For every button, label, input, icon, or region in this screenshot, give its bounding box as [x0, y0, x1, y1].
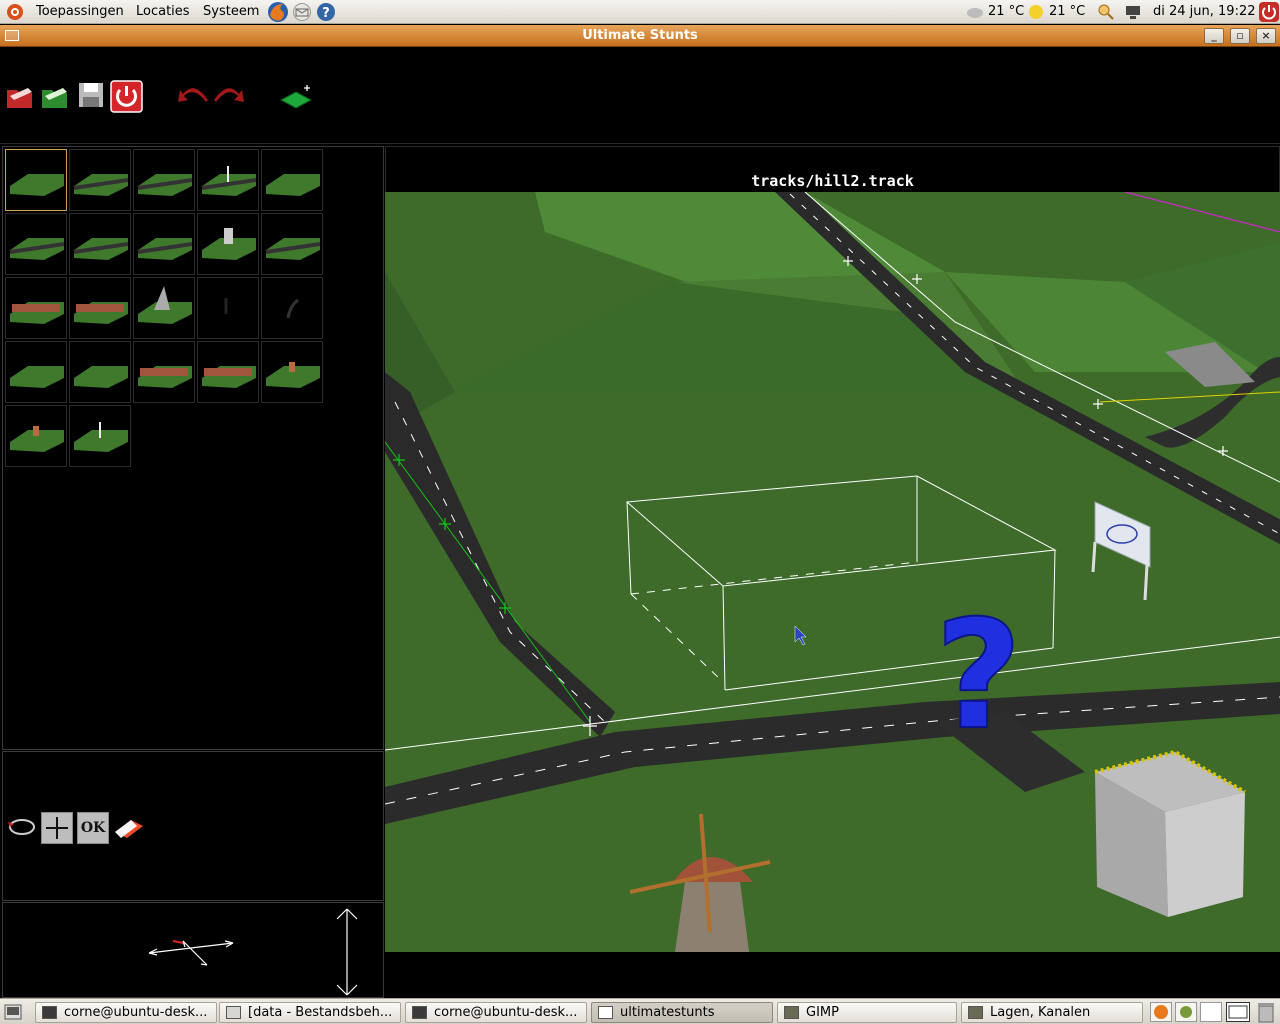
eraser-icon[interactable] — [111, 814, 147, 842]
tile-grass[interactable] — [5, 149, 67, 211]
viewport-header: tracks/hill2.track — [385, 146, 1280, 192]
tile-rail[interactable] — [261, 213, 323, 275]
rotate-icon[interactable] — [7, 814, 37, 840]
tile-road-post[interactable] — [197, 149, 259, 211]
file-manager-icon — [226, 1006, 241, 1019]
search-icon[interactable] — [1097, 3, 1115, 21]
add-button[interactable] — [41, 812, 73, 844]
svg-text:?: ? — [322, 6, 330, 21]
save-icon[interactable] — [76, 80, 106, 110]
terminal-icon — [42, 1006, 57, 1019]
menu-system[interactable]: Systeem — [203, 4, 259, 19]
ok-button[interactable]: OK — [77, 812, 109, 844]
mail-icon[interactable] — [292, 3, 312, 21]
tile-house[interactable] — [197, 341, 259, 403]
tile-bricks[interactable] — [133, 341, 195, 403]
editor-toolbar — [0, 48, 1280, 144]
maximize-button[interactable]: ▫ — [1230, 28, 1250, 44]
redo-icon[interactable] — [212, 82, 246, 110]
taskbar-item-6[interactable]: Lagen, Kanalen — [961, 1002, 1143, 1023]
navigation-panel — [2, 902, 384, 998]
top-panel: Toepassingen Locaties Systeem ? 21 °C 21… — [0, 0, 1280, 24]
taskbar-item-5[interactable]: GIMP — [777, 1002, 957, 1023]
tray-gimp-icon[interactable] — [1175, 1002, 1197, 1022]
taskbar-item-label: [data - Bestandsbeh... — [248, 1005, 393, 1020]
plus-icon — [46, 817, 68, 839]
open-icon[interactable] — [4, 80, 36, 112]
taskbar-item-2[interactable]: [data - Bestandsbeh... — [219, 1002, 401, 1023]
taskbar: corne@ubuntu-desk... [data - Bestandsbeh.… — [0, 998, 1280, 1024]
window-menu-icon[interactable] — [5, 30, 19, 41]
workspace-switcher-icon[interactable] — [1226, 1002, 1250, 1022]
tile-post-red[interactable] — [5, 405, 67, 467]
taskbar-item-label: Lagen, Kanalen — [990, 1005, 1091, 1020]
sun-weather-icon — [1029, 5, 1043, 19]
window-icon — [598, 1006, 613, 1019]
track-path-label: tracks/hill2.track — [751, 172, 914, 190]
window-title: Ultimate Stunts — [582, 28, 698, 43]
taskbar-item-3[interactable]: corne@ubuntu-desk... — [405, 1002, 587, 1023]
add-tile-icon[interactable] — [278, 82, 314, 112]
menu-places[interactable]: Locaties — [136, 4, 190, 19]
tray-blank-icon[interactable] — [1200, 1002, 1222, 1022]
show-desktop-icon[interactable] — [4, 1004, 22, 1020]
import-icon[interactable] — [39, 80, 71, 112]
undo-icon[interactable] — [176, 82, 210, 110]
tool-panel: OK — [2, 751, 384, 901]
tile-ramp[interactable] — [133, 277, 195, 339]
firefox-icon[interactable] — [267, 1, 289, 23]
tile-road[interactable] — [5, 213, 67, 275]
menu-applications[interactable]: Toepassingen — [36, 4, 124, 19]
cloud-weather-icon — [967, 8, 983, 18]
tile-road-end[interactable] — [69, 149, 131, 211]
move-vertical-icon[interactable] — [335, 907, 359, 997]
trash-icon[interactable] — [1256, 1001, 1276, 1023]
ultimate-stunts-editor: OK tracks/hill2.track ? — [0, 48, 1280, 998]
tile-wall[interactable] — [5, 277, 67, 339]
taskbar-item-1[interactable]: corne@ubuntu-desk... — [35, 1002, 217, 1023]
move-horizontal-icon[interactable] — [143, 935, 239, 971]
window-titlebar[interactable]: Ultimate Stunts _ ▫ × — [0, 25, 1280, 47]
tile-house-small[interactable] — [261, 341, 323, 403]
tile-dark[interactable] — [197, 277, 259, 339]
gimp-icon — [784, 1006, 799, 1019]
ubuntu-logo-icon[interactable] — [6, 3, 24, 21]
tile-flag[interactable] — [69, 405, 131, 467]
taskbar-item-4[interactable]: ultimatestunts — [591, 1002, 773, 1023]
tile-tower[interactable] — [197, 213, 259, 275]
tile-wall-low[interactable] — [69, 277, 131, 339]
tile-flat[interactable] — [261, 149, 323, 211]
tile-road[interactable] — [69, 213, 131, 275]
question-mark-object[interactable]: ? — [934, 588, 1023, 764]
clock[interactable]: di 24 jun, 19:22 — [1153, 4, 1256, 19]
3d-viewport[interactable]: ? — [385, 192, 1280, 952]
network-icon[interactable] — [1124, 3, 1142, 21]
weather-temp-2[interactable]: 21 °C — [1049, 4, 1085, 19]
help-icon[interactable]: ? — [316, 2, 336, 22]
taskbar-item-label: corne@ubuntu-desk... — [434, 1005, 578, 1020]
shutdown-icon[interactable] — [1259, 2, 1279, 22]
terminal-icon — [412, 1006, 427, 1019]
tile-road[interactable] — [133, 149, 195, 211]
taskbar-item-label: GIMP — [806, 1005, 839, 1020]
taskbar-item-label: ultimatestunts — [620, 1005, 715, 1020]
taskbar-item-label: corne@ubuntu-desk... — [64, 1005, 208, 1020]
tile-road[interactable] — [133, 213, 195, 275]
weather-temp-1[interactable]: 21 °C — [988, 4, 1024, 19]
minimize-button[interactable]: _ — [1204, 28, 1224, 44]
tray-firefox-icon[interactable] — [1150, 1002, 1172, 1022]
tile-dark-curve[interactable] — [261, 277, 323, 339]
tile-palette — [2, 146, 384, 750]
tile-slope-wall[interactable] — [69, 341, 131, 403]
quit-icon[interactable] — [110, 80, 143, 113]
close-button[interactable]: × — [1256, 28, 1276, 44]
tile-slope[interactable] — [5, 341, 67, 403]
gimp-icon — [968, 1006, 983, 1019]
